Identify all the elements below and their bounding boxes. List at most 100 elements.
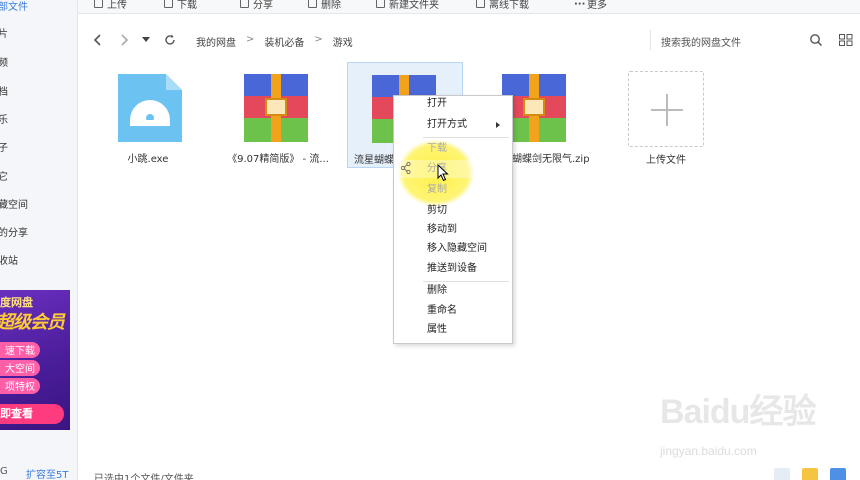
- mouse-pointer-icon: [437, 164, 449, 182]
- toolbar: 上传 下载 分享 删除 新建文件夹 离线下载 ··· 更多: [78, 0, 860, 14]
- file-item-archive-907[interactable]: 《9.07精简版》 - 流...: [220, 62, 336, 168]
- storage-usage: G: [0, 466, 8, 477]
- file-name: 《9.07精简版》 - 流...: [227, 154, 329, 165]
- cloud-download-icon: [476, 0, 485, 8]
- menu-item-delete[interactable]: 删除: [394, 282, 510, 300]
- delete-label: 删除: [321, 0, 341, 11]
- sidebar-item-label: 子: [0, 143, 8, 154]
- trash-icon: [308, 0, 317, 8]
- file-item-xiaotiao-exe[interactable]: 小跳.exe: [90, 62, 206, 168]
- upload-file-tile[interactable]: [628, 71, 704, 147]
- share-icon: [240, 0, 249, 8]
- share-icon: [401, 162, 411, 174]
- search-placeholder: 搜索我的网盘文件: [661, 38, 741, 49]
- folder-icon[interactable]: [802, 468, 818, 480]
- watermark-logo: Baidu经验: [660, 393, 816, 431]
- more-button[interactable]: ··· 更多: [574, 0, 607, 11]
- sidebar-item-torrents[interactable]: 子: [0, 139, 8, 157]
- sidebar-item-recycle-bin[interactable]: 收站: [0, 252, 18, 270]
- sidebar-item-label: 乐: [0, 115, 8, 126]
- sidebar-item-documents[interactable]: 档: [0, 83, 8, 101]
- plus-icon-vertical: [666, 94, 668, 126]
- upload-icon: [94, 0, 103, 8]
- more-label: 更多: [587, 0, 607, 11]
- sidebar-item-videos[interactable]: 频: [0, 54, 8, 72]
- sidebar-item-my-shares[interactable]: 的分享: [0, 224, 28, 242]
- new-folder-label: 新建文件夹: [389, 0, 439, 11]
- list-view-icon[interactable]: [774, 468, 790, 480]
- delete-button[interactable]: 删除: [308, 0, 341, 11]
- menu-item-move-to-hidden[interactable]: 移入隐藏空间: [394, 240, 510, 258]
- chevron-right-icon: [121, 34, 129, 46]
- sidebar-item-label: 部文件: [0, 2, 28, 13]
- menu-item-move-to[interactable]: 移动到: [394, 221, 510, 239]
- breadcrumb: 我的网盘 > 装机必备 > 游戏: [196, 34, 353, 49]
- storage-info: G 扩容至5T: [0, 466, 77, 480]
- breadcrumb-item-games: 游戏: [332, 38, 353, 49]
- sidebar-item-images[interactable]: 片: [0, 25, 8, 43]
- menu-item-properties[interactable]: 属性: [394, 321, 510, 339]
- folder-plus-icon: [376, 0, 385, 8]
- menu-item-push-to-device[interactable]: 推送到设备: [394, 260, 510, 278]
- watermark: Baidu经验 jingyan.baidu.com: [660, 384, 860, 464]
- winrar-archive-icon: [244, 74, 308, 142]
- sidebar-item-label: 片: [0, 29, 8, 40]
- sidebar-item-label: 收站: [0, 256, 18, 267]
- exe-disc-icon: [118, 74, 182, 142]
- sidebar-item-label: 的分享: [0, 228, 28, 239]
- sidebar-item-all-files[interactable]: 部文件: [0, 0, 28, 16]
- promo-banner[interactable]: 度网盘 超级会员 速下载 大空间 项特权 即查看: [0, 290, 70, 430]
- upload-label: 上传: [107, 0, 127, 11]
- promo-headline: 超级会员: [0, 312, 65, 333]
- download-button[interactable]: 下载: [164, 0, 197, 11]
- share-button[interactable]: 分享: [240, 0, 273, 11]
- back-button[interactable]: [90, 32, 106, 48]
- more-dots-icon: ···: [574, 0, 586, 10]
- download-label: 下载: [177, 0, 197, 11]
- breadcrumb-separator-icon: >: [246, 34, 255, 45]
- sidebar-item-music[interactable]: 乐: [0, 111, 8, 129]
- sidebar-item-label: 它: [0, 172, 8, 183]
- forward-button[interactable]: [116, 32, 132, 48]
- new-folder-button[interactable]: 新建文件夹: [376, 0, 439, 11]
- search-input[interactable]: 搜索我的网盘文件: [650, 30, 860, 50]
- menu-item-rename[interactable]: 重命名: [394, 302, 510, 320]
- promo-line-1: 速下载: [0, 342, 40, 358]
- refresh-icon: [165, 34, 175, 45]
- promo-line-3: 项特权: [0, 378, 40, 394]
- menu-separator: [423, 137, 509, 138]
- sidebar-item-label: 档: [0, 87, 8, 98]
- breadcrumb-item-essentials[interactable]: 装机必备: [264, 34, 304, 49]
- watermark-url: jingyan.baidu.com: [660, 444, 757, 458]
- history-dropdown-button[interactable]: [138, 32, 154, 48]
- expand-storage-link[interactable]: 扩容至5T: [26, 466, 68, 480]
- search-icon[interactable]: [809, 33, 823, 47]
- menu-item-copy: 复制: [427, 184, 447, 195]
- upload-button[interactable]: 上传: [94, 0, 127, 11]
- sidebar-item-other[interactable]: 它: [0, 168, 8, 186]
- refresh-button[interactable]: [162, 32, 178, 48]
- menu-item-open-label[interactable]: 打开: [394, 95, 510, 113]
- caret-down-icon: [142, 37, 150, 42]
- download-icon: [164, 0, 173, 8]
- sidebar: 部文件 片 频 档 乐 子 它 藏空间 的分享 收站 度网盘 超级会员 速下载 …: [0, 0, 78, 480]
- sidebar-item-hidden-space[interactable]: 藏空间: [0, 196, 28, 214]
- nav-bar: 我的网盘 > 装机必备 > 游戏 搜索我的网盘文件: [78, 26, 860, 54]
- breadcrumb-item-my-disk[interactable]: 我的网盘: [196, 34, 236, 49]
- menu-item-share: 分享: [394, 160, 510, 178]
- offline-download-label: 离线下载: [489, 0, 529, 11]
- menu-item-download: 下载: [427, 143, 447, 154]
- selection-status: 已选中1个文件/文件夹: [94, 474, 194, 480]
- menu-item-cut[interactable]: 剪切: [394, 202, 510, 220]
- share-label: 分享: [253, 0, 273, 11]
- grid-view-icon[interactable]: [839, 34, 853, 46]
- menu-item-open-with-label[interactable]: 打开方式: [394, 116, 510, 134]
- status-bar: 已选中1个文件/文件夹: [78, 466, 860, 480]
- lock-icon[interactable]: [830, 468, 846, 480]
- menu-item-label: 打开方式: [427, 119, 467, 130]
- offline-download-button[interactable]: 离线下载: [476, 0, 529, 11]
- chevron-left-icon: [93, 34, 101, 46]
- promo-cta-button[interactable]: 即查看: [0, 404, 64, 424]
- upload-file-label: 上传文件: [646, 155, 686, 166]
- promo-line-2: 大空间: [0, 360, 40, 376]
